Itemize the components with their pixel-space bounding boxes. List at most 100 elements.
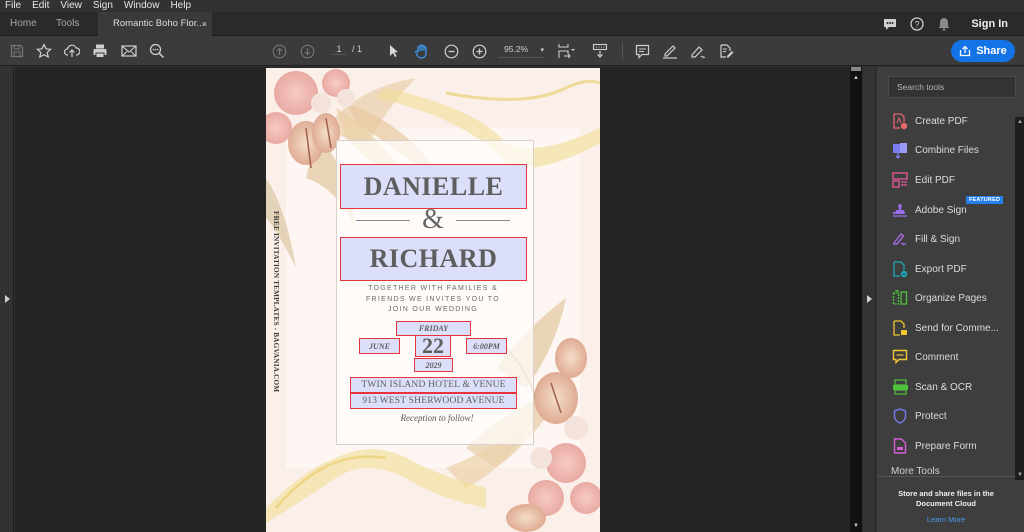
venue-address-field[interactable]: 913 WEST SHERWOOD AVENUE <box>350 393 517 409</box>
tools-pane-toggle[interactable] <box>862 67 876 532</box>
menu-sign[interactable]: Sign <box>93 0 113 12</box>
tool-label: Create PDF <box>915 115 968 127</box>
divider-line <box>456 219 510 221</box>
sign-pen-icon[interactable] <box>690 43 706 59</box>
zoom-level-value: 95.2% <box>504 44 529 54</box>
adobe-sign-icon <box>891 201 909 219</box>
page-number-field[interactable]: 1 / 1 <box>332 44 368 55</box>
bell-icon[interactable] <box>936 16 952 32</box>
search-tools-input[interactable]: Search tools <box>888 76 1016 98</box>
cloud-message: Store and share files in the Document Cl… <box>898 489 994 508</box>
expand-left-panel-icon[interactable] <box>5 295 10 303</box>
tool-comment[interactable]: Comment <box>891 347 958 367</box>
year-field[interactable]: 2029 <box>414 358 453 372</box>
upload-cloud-icon[interactable] <box>64 43 80 59</box>
groom-name-field[interactable]: RICHARD <box>340 237 527 281</box>
combine-files-icon <box>891 141 909 159</box>
tool-label: Adobe Sign <box>915 204 967 216</box>
share-icon <box>960 45 971 57</box>
send-for-comments-icon <box>891 319 909 337</box>
menu-bar: File Edit View Sign Window Help <box>0 0 1024 12</box>
scroll-up-icon[interactable]: ▲ <box>1017 119 1023 125</box>
menu-window[interactable]: Window <box>124 0 160 12</box>
zoom-in-icon[interactable] <box>471 43 487 59</box>
tools-scrollbar[interactable]: ▲ ▼ <box>1015 117 1024 480</box>
tool-label: Scan & OCR <box>915 381 973 393</box>
print-icon[interactable] <box>92 43 108 59</box>
invite-line: FRIENDS WE INVITES YOU TO <box>365 295 501 303</box>
current-page-input[interactable]: 1 <box>332 44 346 55</box>
select-cursor-icon[interactable] <box>386 43 402 59</box>
sign-in-button[interactable]: Sign In <box>971 18 1008 30</box>
tool-adobe-sign[interactable]: Adobe Sign <box>891 200 967 220</box>
menu-view[interactable]: View <box>60 0 82 12</box>
scroll-down-icon[interactable]: ▼ <box>1017 472 1023 478</box>
tool-export-pdf[interactable]: Export PDF <box>891 259 967 279</box>
tab-home[interactable]: Home <box>10 12 37 36</box>
export-pdf-icon <box>891 260 909 278</box>
tool-create-pdf[interactable]: Create PDF <box>891 111 968 131</box>
menu-file[interactable]: File <box>5 0 21 12</box>
divider-line <box>356 219 410 221</box>
save-icon[interactable] <box>9 43 25 59</box>
time-field[interactable]: 6:00PM <box>466 338 507 354</box>
ampersand-row: & <box>356 205 510 235</box>
tool-label: Combine Files <box>915 144 979 156</box>
prepare-form-icon <box>891 437 909 455</box>
highlight-pen-icon[interactable] <box>662 43 678 59</box>
tool-combine-files[interactable]: Combine Files <box>891 140 979 160</box>
invitation-message: TOGETHER WITH FAMILIES & FRIENDS WE INVI… <box>346 284 520 316</box>
tools-pane: Search tools Create PDF Combine Files Ed… <box>877 67 1024 532</box>
help-icon[interactable]: ? <box>909 16 925 32</box>
left-panel-collapsed[interactable] <box>0 67 14 532</box>
side-watermark: FREE INVITATION TEMPLATES - BAGVANIA.COM <box>268 211 282 396</box>
tab-tools[interactable]: Tools <box>56 12 79 36</box>
zoom-out-icon[interactable] <box>443 43 459 59</box>
document-viewport[interactable]: FREE INVITATION TEMPLATES - BAGVANIA.COM… <box>15 67 850 532</box>
tool-organize-pages[interactable]: Organize Pages <box>891 288 987 308</box>
tool-edit-pdf[interactable]: Edit PDF <box>891 170 955 190</box>
tool-label: Comment <box>915 351 959 363</box>
scroll-mode-icon[interactable] <box>592 43 608 59</box>
scroll-up-icon[interactable]: ▲ <box>853 75 859 81</box>
previous-page-icon[interactable] <box>271 43 287 59</box>
shield-icon <box>891 407 909 425</box>
learn-more-link[interactable]: Learn More <box>877 515 1015 524</box>
chat-icon[interactable] <box>882 16 898 32</box>
fill-sign-icon[interactable] <box>718 43 734 59</box>
search-zoom-icon[interactable] <box>149 43 165 59</box>
tool-prepare-form[interactable]: Prepare Form <box>891 436 977 456</box>
more-tools-item[interactable]: More Tools <box>891 466 940 475</box>
tool-label: Send for Comme... <box>915 322 999 334</box>
bookmark-star-icon[interactable] <box>36 43 52 59</box>
comment-tool-icon <box>891 348 909 366</box>
menu-help[interactable]: Help <box>170 0 191 12</box>
tool-fill-sign[interactable]: Fill & Sign <box>891 229 960 249</box>
menu-edit[interactable]: Edit <box>32 0 49 12</box>
bride-name-field[interactable]: DANIELLE <box>340 164 527 209</box>
next-page-icon[interactable] <box>299 43 315 59</box>
scrollbar-thumb[interactable] <box>851 67 861 71</box>
side-watermark-text: FREE INVITATION TEMPLATES - BAGVANIA.COM <box>272 211 280 393</box>
venue-name-field[interactable]: TWIN ISLAND HOTEL & VENUE <box>350 377 517 393</box>
tool-send-for-comments[interactable]: Send for Comme... <box>891 318 999 338</box>
hand-tool-icon[interactable] <box>414 43 430 59</box>
tab-document[interactable]: Romantic Boho Flor... × <box>98 12 212 36</box>
collapse-tools-pane-icon[interactable] <box>867 295 872 303</box>
email-icon[interactable] <box>121 43 137 59</box>
share-button[interactable]: Share <box>951 40 1015 62</box>
zoom-level-dropdown[interactable]: 95.2% ▾ <box>498 44 544 58</box>
scroll-down-icon[interactable]: ▼ <box>853 523 859 529</box>
comment-icon[interactable] <box>634 43 650 59</box>
tool-label: Edit PDF <box>915 174 956 186</box>
scan-ocr-icon <box>891 378 909 396</box>
tool-scan-ocr[interactable]: Scan & OCR <box>891 377 972 397</box>
month-field[interactable]: JUNE <box>359 338 400 354</box>
close-tab-icon[interactable]: × <box>202 12 207 36</box>
invite-line: TOGETHER WITH FAMILIES & <box>368 285 498 292</box>
tool-label: Prepare Form <box>915 440 977 452</box>
tool-protect[interactable]: Protect <box>891 406 947 426</box>
page-fit-icon[interactable] <box>557 43 577 59</box>
document-scrollbar[interactable]: ▲ ▼ <box>850 67 862 532</box>
date-field[interactable]: 22 <box>415 333 451 358</box>
